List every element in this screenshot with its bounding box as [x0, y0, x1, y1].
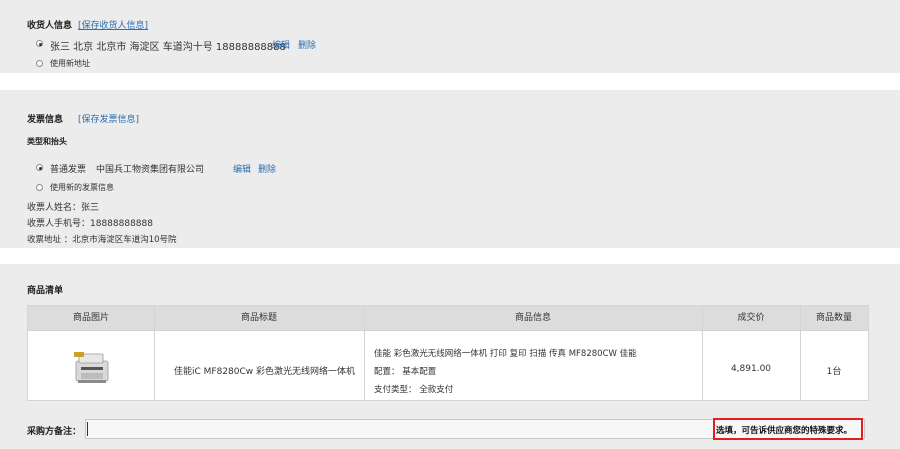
save-invoice-link[interactable]: [保存发票信息]: [78, 112, 139, 125]
invoice-option-type: 普通发票: [50, 165, 87, 175]
new-invoice-radio[interactable]: [36, 184, 43, 191]
text-caret: [87, 422, 88, 436]
receiver-panel: [0, 0, 900, 73]
receiver-address-text: 张三 北京 北京市 海淀区 车道沟十号 18888888888: [50, 42, 286, 53]
new-address-radio[interactable]: [36, 60, 43, 67]
new-invoice-label: 使用新的发票信息: [50, 183, 114, 192]
product-info-line1: 佳能 彩色激光无线网络一体机 打印 复印 扫描 传真 MF8280CW 佳能: [374, 349, 637, 359]
col-quantity: 商品数量: [815, 313, 852, 323]
col-price: 成交价: [737, 313, 765, 323]
goods-title: 商品清单: [27, 286, 64, 296]
invoice-option-radio[interactable]: [36, 164, 43, 171]
product-info-line3: 支付类型： 全款支付: [374, 385, 454, 395]
invoice-title: 发票信息: [27, 115, 64, 125]
invoice-option-company: 中国兵工物资集团有限公司: [96, 165, 205, 175]
invoice-receiver-phone: 收票人手机号：18888888888: [27, 219, 153, 229]
receiver-edit-link[interactable]: 编辑: [272, 38, 290, 51]
remark-hint: 选填，可告诉供应商您的特殊要求。: [716, 426, 853, 436]
product-image[interactable]: [72, 349, 112, 385]
col-divider: [154, 306, 155, 400]
remark-label: 采购方备注：: [27, 427, 82, 437]
col-title: 商品标题: [240, 313, 277, 323]
product-price: 4,891.00: [730, 364, 772, 374]
invoice-edit-link[interactable]: 编辑: [233, 162, 251, 175]
receiver-delete-link[interactable]: 删除: [298, 38, 316, 51]
col-image: 商品图片: [72, 313, 109, 323]
invoice-delete-link[interactable]: 删除: [258, 162, 276, 175]
invoice-receiver-name: 收票人姓名：张三: [27, 203, 100, 213]
col-divider: [364, 306, 365, 400]
goods-table: 商品图片 商品标题 商品信息 成交价 商品数量 佳能iC MF8280Cw 彩色…: [27, 305, 869, 401]
product-quantity: 1台: [826, 367, 842, 377]
invoice-type-header: 类型和抬头: [27, 137, 67, 146]
save-receiver-link[interactable]: [保存收货人信息]: [78, 18, 148, 31]
receiver-title: 收货人信息: [27, 21, 73, 31]
product-title[interactable]: 佳能iC MF8280Cw 彩色激光无线网络一体机: [174, 364, 355, 377]
col-info: 商品信息: [514, 313, 551, 323]
col-divider: [800, 306, 801, 400]
invoice-receiver-address: 收票地址 ：北京市海淀区车道沟10号院: [27, 235, 177, 245]
col-divider: [702, 306, 703, 400]
product-info-line2: 配置： 基本配置: [374, 367, 437, 377]
new-address-label: 使用新地址: [50, 59, 90, 68]
receiver-address-radio[interactable]: [36, 40, 43, 47]
